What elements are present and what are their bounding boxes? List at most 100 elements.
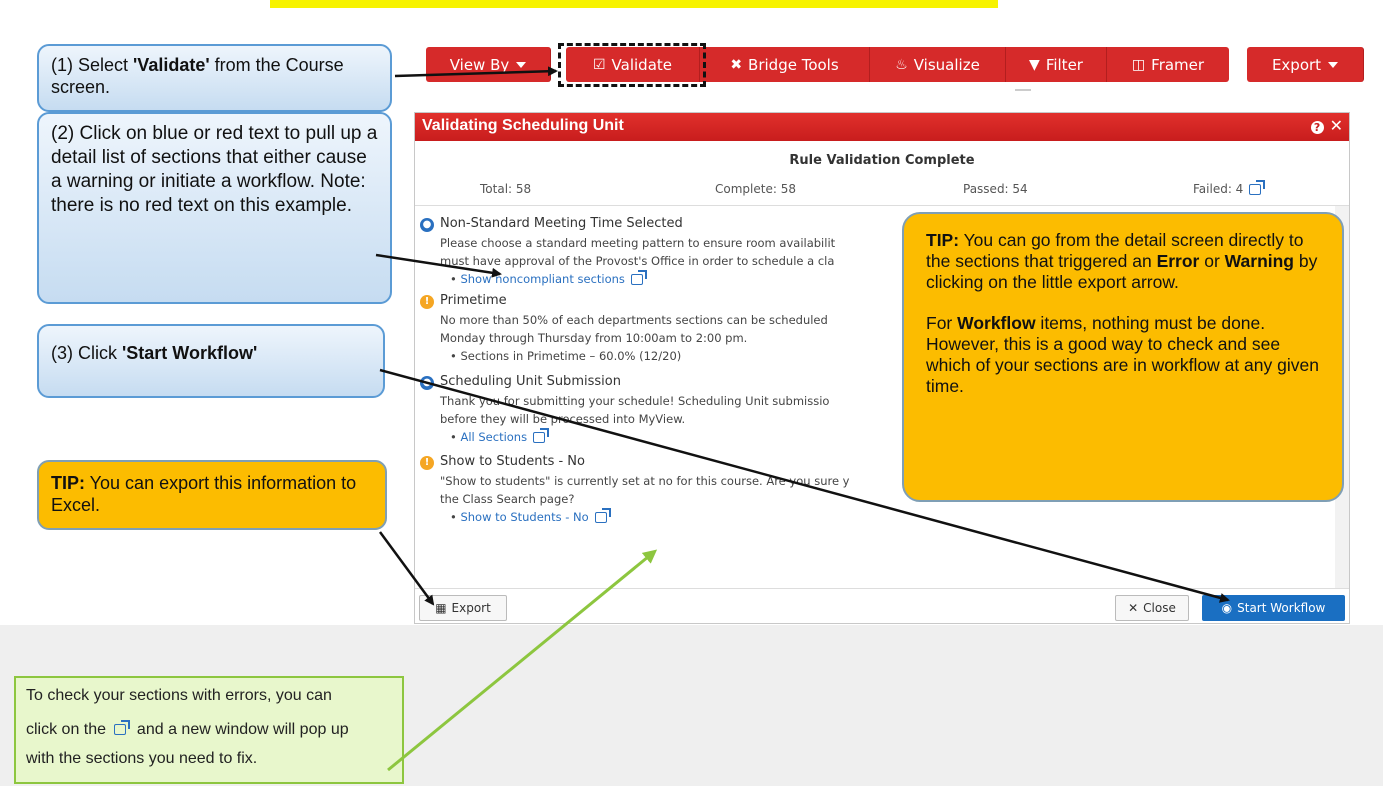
callout-text: (3) Click: [51, 343, 122, 363]
issue-link: Sections in Primetime – 60.0% (12/20): [460, 349, 682, 363]
visualize-button[interactable]: ♨ Visualize: [870, 47, 1006, 82]
stats-row: Total: 58 Complete: 58 Passed: 54 Failed…: [415, 180, 1349, 198]
issue-text: "Show to students" is currently set at n…: [440, 474, 850, 488]
export-dropdown-button[interactable]: Export: [1247, 47, 1364, 82]
tip-detail-text: TIP: You can go from the detail screen d…: [926, 230, 1326, 397]
issue-link-item[interactable]: • All Sections: [450, 428, 550, 444]
close-button-label: Close: [1143, 601, 1176, 615]
stat-passed: Passed: 54: [963, 182, 1028, 196]
callout-bold-text: 'Validate': [133, 55, 210, 75]
tip-detail-callout: TIP: You can go from the detail screen d…: [902, 212, 1344, 502]
issue-title: Non-Standard Meeting Time Selected: [440, 216, 683, 231]
dialog-title: Validating Scheduling Unit: [422, 117, 624, 134]
validation-heading: Rule Validation Complete: [789, 153, 975, 168]
view-by-label: View By: [449, 55, 510, 74]
dialog-header: Validating Scheduling Unit ? ✕: [415, 113, 1349, 141]
issue-title: Primetime: [440, 293, 507, 308]
export-arrow-icon[interactable]: [594, 508, 611, 523]
tip-label: TIP:: [51, 473, 85, 493]
top-highlight-banner: [270, 0, 998, 8]
bridge-tools-button[interactable]: ✖ Bridge Tools: [700, 47, 870, 82]
tip-text: or: [1199, 251, 1225, 271]
issue-text: must have approval of the Provost's Offi…: [440, 254, 835, 268]
export-arrow-icon: [114, 720, 131, 736]
framer-label: Framer: [1151, 55, 1205, 74]
divider: [1015, 89, 1031, 91]
tip-text: You can export this information to Excel…: [51, 473, 357, 515]
issue-text: No more than 50% of each departments sec…: [440, 313, 828, 327]
note-line: To check your sections with errors, you …: [26, 687, 332, 704]
visualize-label: Visualize: [913, 55, 980, 74]
close-button[interactable]: ✕ Close: [1115, 595, 1189, 621]
filter-button[interactable]: ▼ Filter: [1006, 47, 1107, 82]
view-by-button[interactable]: View By: [426, 47, 551, 82]
issue-text: before they will be processed into MyVie…: [440, 412, 686, 426]
issue-link-item[interactable]: • Show to Students - No: [450, 508, 611, 524]
divider: [415, 588, 1349, 589]
issue-text: Thank you for submitting your schedule! …: [440, 394, 830, 408]
callout-step-3-text: (3) Click 'Start Workflow': [51, 342, 373, 364]
issue-link-item: • Sections in Primetime – 60.0% (12/20): [450, 349, 682, 363]
tip-bold-text: Error: [1156, 251, 1200, 271]
callout-text: (1) Select: [51, 55, 134, 75]
export-arrow-icon[interactable]: [1249, 180, 1266, 195]
export-arrow-icon[interactable]: [533, 428, 550, 443]
stat-failed[interactable]: Failed: 4: [1193, 180, 1266, 196]
note-text: and a new window will pop up: [132, 721, 349, 738]
stat-total: Total: 58: [480, 182, 532, 196]
users-icon: ●: [420, 376, 434, 390]
export-button-label: Export: [451, 601, 491, 615]
export-button[interactable]: ▦ Export: [419, 595, 507, 621]
filter-label: Filter: [1045, 55, 1083, 74]
issue-link[interactable]: All Sections: [460, 430, 527, 444]
tip-export-text: TIP: You can export this information to …: [51, 472, 375, 516]
issue-title: Scheduling Unit Submission: [440, 374, 621, 389]
validate-highlight-box: [558, 43, 706, 87]
tip-bold-text: Warning: [1224, 251, 1294, 271]
issue-text: the Class Search page?: [440, 492, 575, 506]
callout-step-1: (1) Select 'Validate' from the Course sc…: [37, 44, 392, 112]
callout-step-2-text: (2) Click on blue or red text to pull up…: [51, 123, 378, 216]
start-workflow-button[interactable]: ◉ Start Workflow: [1202, 595, 1345, 621]
tip-label: TIP:: [926, 230, 960, 250]
callout-bold-text: 'Start Workflow': [122, 343, 258, 363]
issue-title: Show to Students - No: [440, 454, 585, 469]
stat-complete: Complete: 58: [715, 182, 796, 196]
caret-down-icon: [516, 61, 527, 68]
issue-link[interactable]: Show noncompliant sections: [460, 272, 624, 286]
bridge-tools-label: Bridge Tools: [748, 55, 839, 74]
note-line: with the sections you need to fix.: [26, 750, 258, 767]
dialog-header-icons: ? ✕: [1310, 116, 1343, 135]
columns-icon: ◫: [1131, 56, 1146, 73]
users-icon: ◉: [1221, 601, 1233, 615]
caret-down-icon: [1328, 61, 1339, 68]
note-line: click on the and a new window will pop u…: [26, 720, 349, 739]
issue-link[interactable]: Show to Students - No: [460, 510, 588, 524]
wrench-icon: ✖: [730, 56, 743, 73]
note-text: click on the: [26, 721, 111, 738]
close-icon[interactable]: ✕: [1330, 116, 1343, 135]
help-icon[interactable]: ?: [1310, 121, 1324, 134]
green-note: To check your sections with errors, you …: [14, 676, 404, 784]
callout-step-1-text: (1) Select 'Validate' from the Course sc…: [51, 54, 380, 98]
issue-link-item[interactable]: • Show noncompliant sections: [450, 270, 647, 286]
framer-button[interactable]: ◫ Framer: [1107, 47, 1229, 82]
callout-step-2: (2) Click on blue or red text to pull up…: [37, 112, 392, 304]
start-workflow-label: Start Workflow: [1237, 601, 1326, 615]
filter-icon: ▼: [1029, 56, 1040, 73]
tip-export-callout: TIP: You can export this information to …: [37, 460, 387, 530]
divider: [415, 205, 1349, 206]
warning-icon: !: [420, 295, 434, 309]
issue-text: Please choose a standard meeting pattern…: [440, 236, 836, 250]
tip-text: For: [926, 313, 958, 333]
warning-icon: !: [420, 456, 434, 470]
users-icon: ●: [420, 218, 434, 232]
callout-step-3: (3) Click 'Start Workflow': [37, 324, 385, 398]
export-dropdown-label: Export: [1271, 55, 1322, 74]
stat-failed-label: Failed: 4: [1193, 182, 1244, 196]
export-arrow-icon[interactable]: [630, 270, 647, 285]
table-icon: ▦: [435, 601, 447, 615]
tip-bold-text: Workflow: [957, 313, 1036, 333]
close-icon: ✕: [1128, 601, 1139, 615]
